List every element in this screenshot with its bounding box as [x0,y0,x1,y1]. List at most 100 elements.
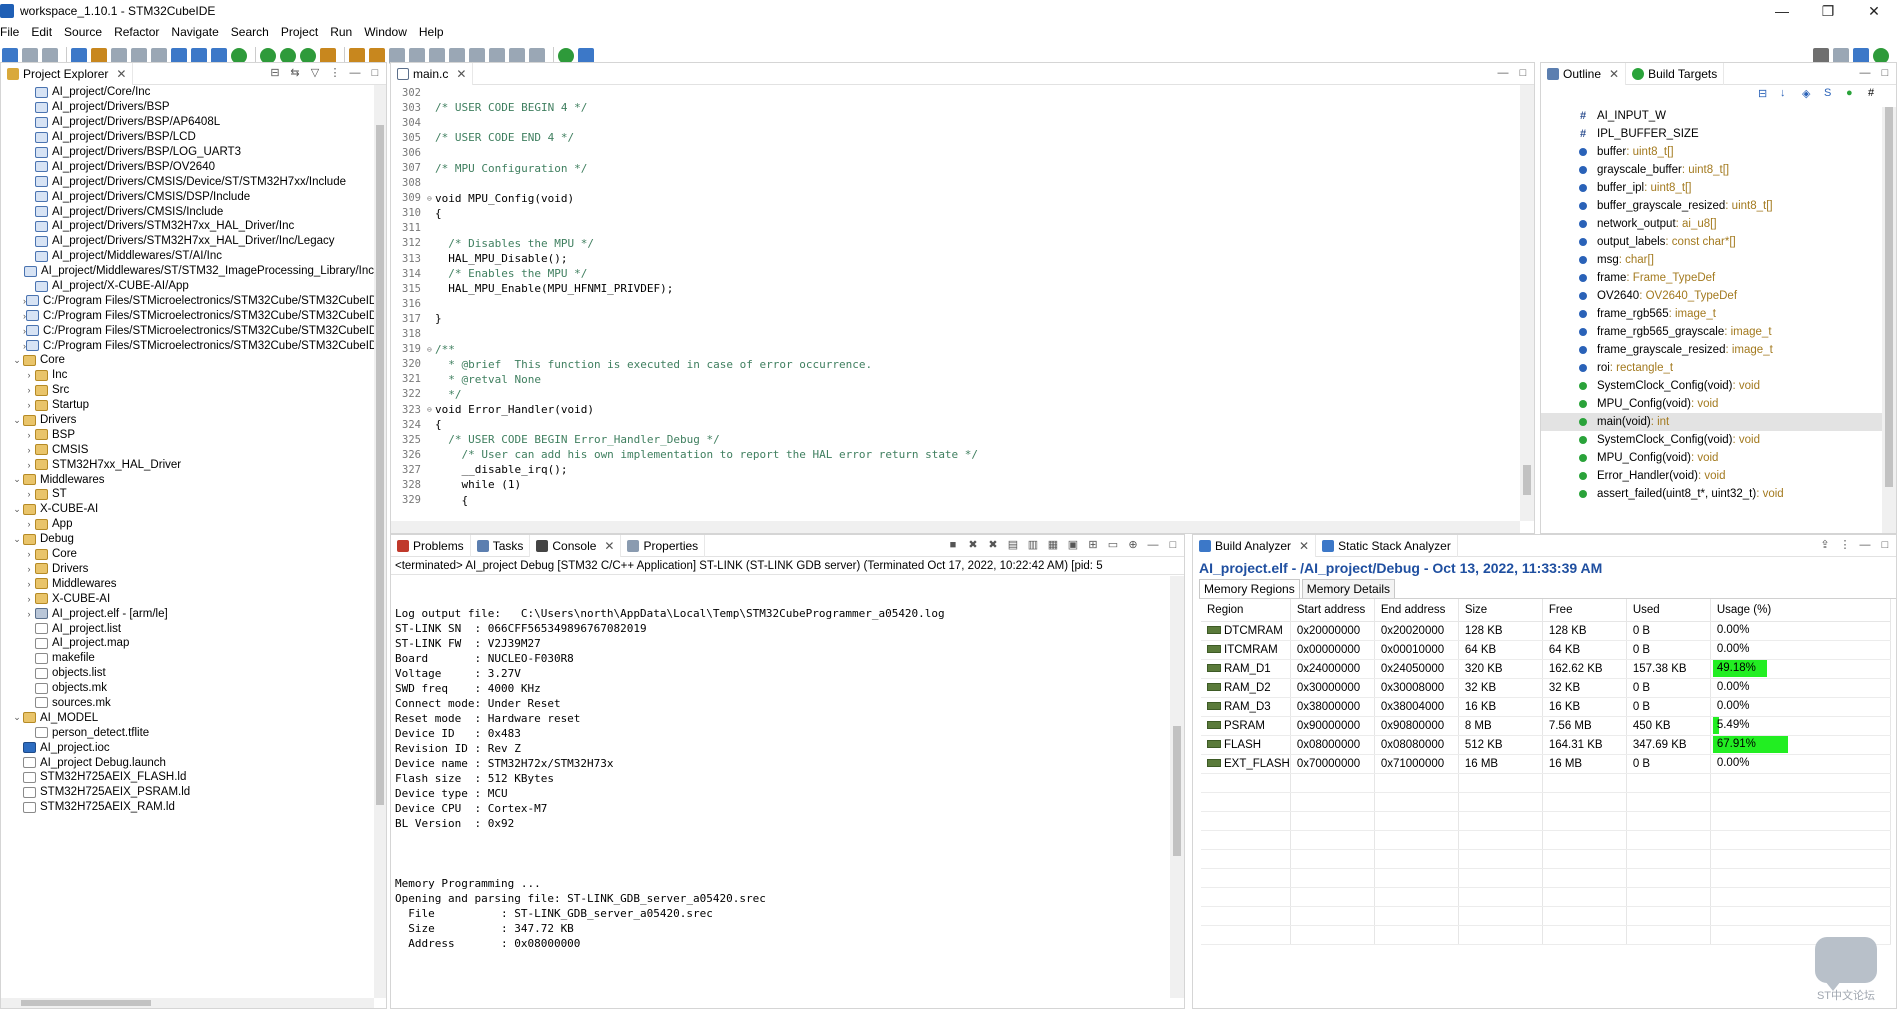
code-line[interactable]: 325 /* USER CODE BEGIN Error_Handler_Deb… [391,432,1520,447]
collapse-all-icon[interactable]: ⊟ [1758,87,1772,100]
scroll-thumb[interactable] [1523,465,1531,495]
outline-item[interactable]: buffer : uint8_t[] [1541,143,1882,161]
code-line[interactable]: 307 /* MPU Configuration */ [391,160,1520,175]
tab-build-analyzer[interactable]: Build Analyzer ✕ [1193,535,1317,557]
tab-main-c[interactable]: main.c ✕ [391,63,474,85]
export-icon[interactable]: ⇪ [1818,538,1832,552]
tab-properties[interactable]: Properties [621,535,706,557]
group-icon[interactable]: # [1868,87,1882,100]
tab-tasks[interactable]: Tasks [471,535,531,557]
table-row[interactable]: PSRAM 0x90000000 0x90800000 8 MB 7.56 MB 450 … [1201,716,1892,736]
minimize-icon[interactable]: — [1496,66,1510,80]
code-line[interactable]: 306 [391,145,1520,160]
tree-item[interactable]: › AI_project.elf - [arm/le] [1,606,374,621]
menu-help[interactable]: Help [419,25,450,39]
close-button[interactable]: ✕ [1851,0,1897,22]
tree-item[interactable]: AI_project/Drivers/CMSIS/Include [1,204,374,219]
tree-item[interactable]: ⌄ Debug [1,532,374,547]
menu-file[interactable]: File [0,25,25,39]
tree-item[interactable]: › C:/Program Files/STMicroelectronics/STM… [1,308,374,323]
fold-toggle-icon[interactable]: ⊖ [427,345,435,354]
tab-project-explorer[interactable]: Project Explorer ✕ [1,63,134,85]
column-header[interactable]: Usage (%) [1710,599,1892,622]
code-area[interactable]: 302 303 /* USER CODE BEGIN 4 */ 304 305 /* US… [391,85,1520,521]
word-wrap-icon[interactable]: ▦ [1046,538,1060,552]
menu-navigate[interactable]: Navigate [171,25,224,39]
code-line[interactable]: 302 [391,85,1520,100]
tree-item[interactable]: AI_project/Core/Inc [1,85,374,100]
sort-icon[interactable]: ↓ [1780,87,1794,100]
pin-console-icon[interactable]: ⊞ [1086,538,1100,552]
tree-item[interactable]: › CMSIS [1,442,374,457]
outline-item[interactable]: assert_failed(uint8_t*, uint32_t) : void [1541,485,1882,503]
tree-item[interactable]: › Startup [1,398,374,413]
minimize-icon[interactable]: — [1858,538,1872,552]
remove-launch-icon[interactable]: ✖ [966,538,980,552]
scroll-thumb[interactable] [376,125,384,805]
close-icon[interactable]: ✕ [1609,67,1619,81]
tab-build-targets[interactable]: Build Targets [1626,63,1725,85]
tree-item[interactable]: AI_project/Drivers/BSP/AP6408L [1,115,374,130]
open-console-icon[interactable]: ⊕ [1126,538,1140,552]
code-line[interactable]: 318 [391,327,1520,342]
tree-item[interactable]: AI_project/Drivers/BSP/LCD [1,130,374,145]
table-row[interactable]: EXT_FLASH 0x70000000 0x71000000 16 MB 16 MB 0… [1201,754,1892,774]
project-explorer-vscroll[interactable] [374,85,386,998]
chevron-down-icon[interactable]: ⌄ [11,504,23,515]
column-header[interactable]: Free [1542,599,1627,622]
minimize-button[interactable]: — [1759,0,1805,22]
tree-item[interactable]: objects.mk [1,681,374,696]
chevron-right-icon[interactable]: › [23,430,35,440]
hide-nonpublic-icon[interactable]: ● [1846,87,1860,100]
view-menu-icon[interactable]: ⋮ [328,66,342,80]
table-row[interactable]: RAM_D1 0x24000000 0x24050000 320 KB 162.62 K… [1201,659,1892,679]
chevron-right-icon[interactable]: › [23,400,35,410]
chevron-down-icon[interactable]: ⌄ [11,534,23,545]
tree-item[interactable]: › App [1,517,374,532]
outline-item[interactable]: buffer_grayscale_resized : uint8_t[] [1541,197,1882,215]
tree-item[interactable]: objects.list [1,666,374,681]
scroll-thumb[interactable] [1885,107,1893,487]
tree-item[interactable]: ⌄ Core [1,353,374,368]
code-line[interactable]: 308 [391,176,1520,191]
scroll-thumb[interactable] [21,1000,151,1006]
tree-item[interactable]: ⌄ X-CUBE-AI [1,502,374,517]
chevron-right-icon[interactable]: › [23,549,35,559]
tree-item[interactable]: AI_project/Middlewares/ST/AI/Inc [1,249,374,264]
clear-console-icon[interactable]: ▤ [1006,538,1020,552]
code-line[interactable]: 303 /* USER CODE BEGIN 4 */ [391,100,1520,115]
minimize-icon[interactable]: — [1858,66,1872,80]
chevron-right-icon[interactable]: › [23,460,35,470]
tree-item[interactable]: › STM32H7xx_HAL_Driver [1,457,374,472]
tree-item[interactable]: AI_project.map [1,636,374,651]
chevron-right-icon[interactable]: › [23,579,35,589]
column-header[interactable]: Size [1458,599,1543,622]
tree-item[interactable]: › ST [1,487,374,502]
tree-item[interactable]: › X-CUBE-AI [1,591,374,606]
table-row[interactable]: DTCMRAM 0x20000000 0x20020000 128 KB 128 KB 0… [1201,621,1892,641]
tree-item[interactable]: AI_project.list [1,621,374,636]
tree-item[interactable]: › BSP [1,427,374,442]
tree-item[interactable]: › Src [1,383,374,398]
column-header[interactable]: Used [1626,599,1711,622]
outline-item[interactable]: # IPL_BUFFER_SIZE [1541,125,1882,143]
tree-item[interactable]: › Inc [1,368,374,383]
tree-item[interactable]: › C:/Program Files/STMicroelectronics/STM… [1,323,374,338]
maximize-icon[interactable]: □ [368,66,382,80]
chevron-right-icon[interactable]: › [23,519,35,529]
outline-item[interactable]: grayscale_buffer : uint8_t[] [1541,161,1882,179]
code-line[interactable]: 328 while (1) [391,477,1520,492]
column-header[interactable]: Region [1201,599,1291,622]
outline-item[interactable]: output_labels : const char*[] [1541,233,1882,251]
menu-refactor[interactable]: Refactor [114,25,165,39]
menu-edit[interactable]: Edit [31,25,58,39]
tab-static-stack-analyzer[interactable]: Static Stack Analyzer [1316,535,1458,557]
outline-item[interactable]: main(void) : int [1541,413,1882,431]
chevron-down-icon[interactable]: ⌄ [11,474,23,485]
tree-item[interactable]: AI_project/Drivers/BSP/LOG_UART3 [1,145,374,160]
menu-window[interactable]: Window [364,25,413,39]
restore-button[interactable]: ❐ [1805,0,1851,22]
scroll-lock-icon[interactable]: ▥ [1026,538,1040,552]
outline-item[interactable]: Error_Handler(void) : void [1541,467,1882,485]
code-line[interactable]: 311 [391,221,1520,236]
